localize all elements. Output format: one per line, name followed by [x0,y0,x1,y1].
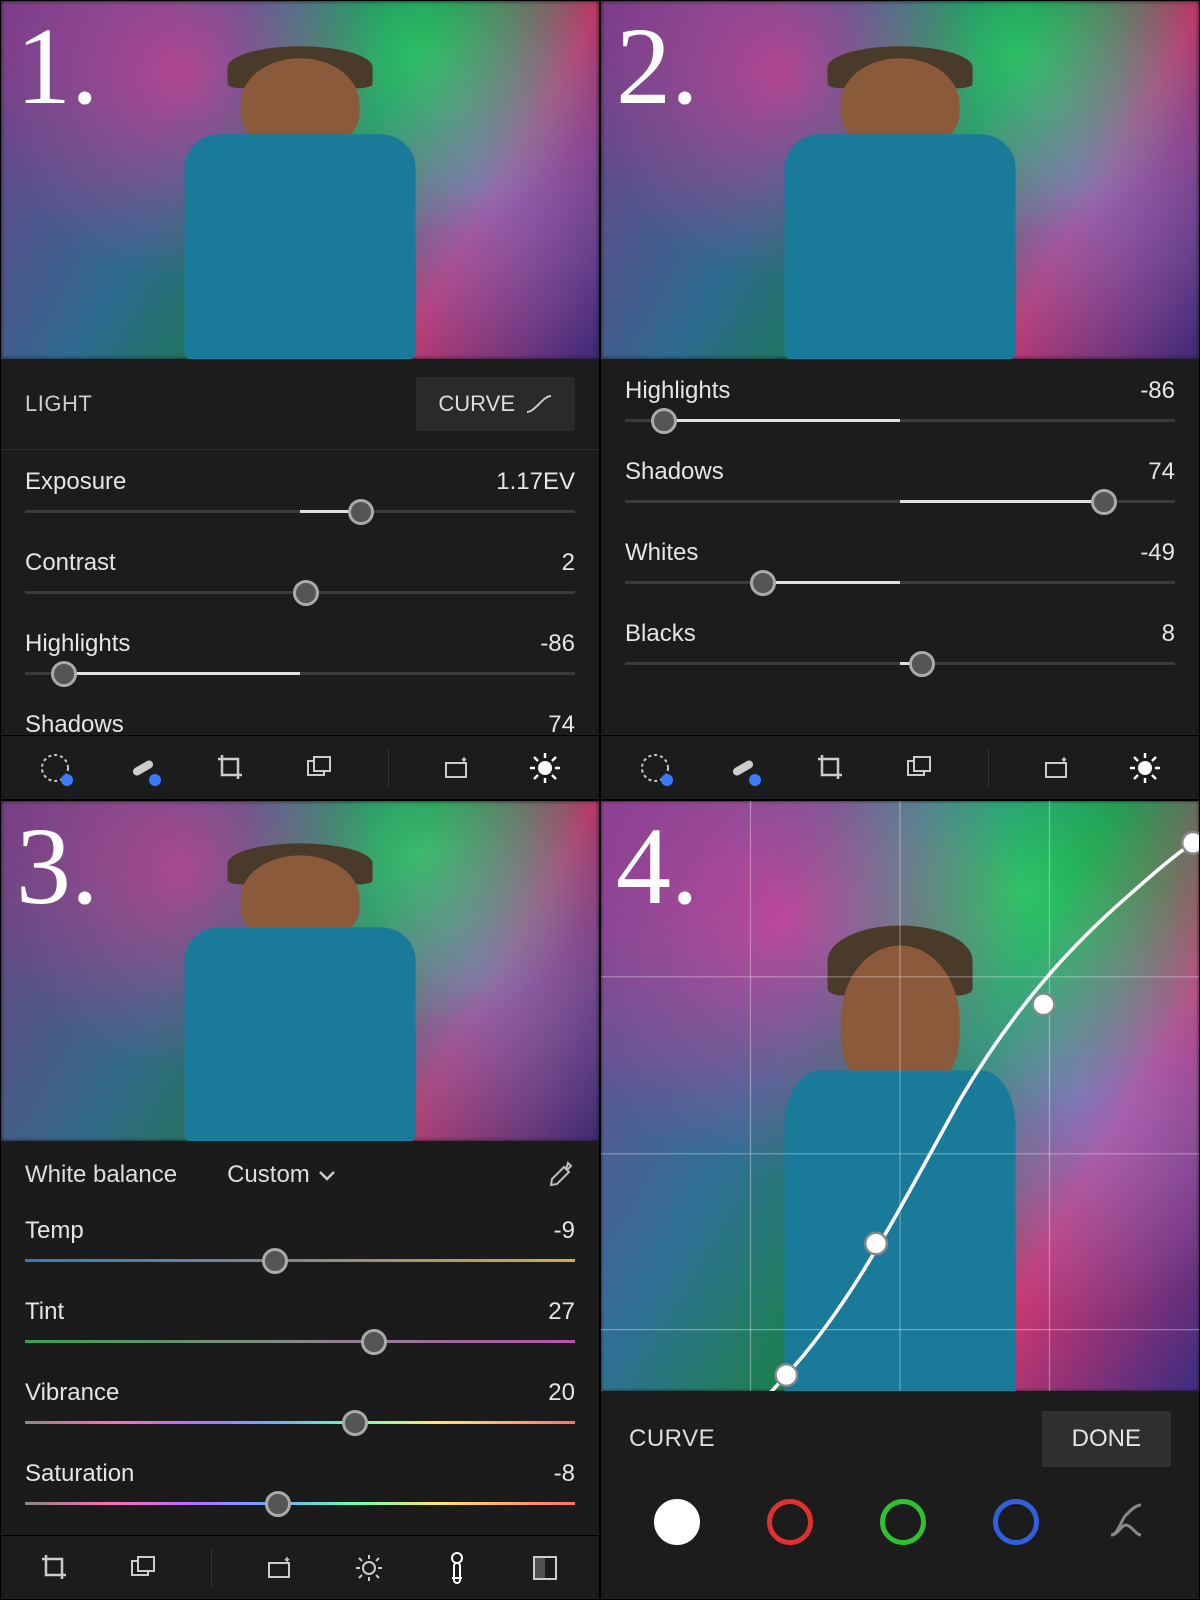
curve-button[interactable]: CURVE [416,377,575,431]
photo-preview[interactable]: 2. [601,1,1199,359]
presets-icon[interactable] [299,748,339,788]
photo-preview[interactable]: 3. [1,801,599,1141]
crop-icon[interactable] [211,748,251,788]
blacks-label: Blacks [625,620,696,648]
parametric-curve-icon[interactable] [1106,1500,1146,1545]
vibrance-value: 20 [548,1379,575,1407]
saturation-value: -8 [554,1460,575,1488]
channel-blue[interactable] [993,1499,1039,1545]
light-icon[interactable] [525,748,565,788]
light-icon[interactable] [1125,748,1165,788]
step-number: 4. [616,811,699,921]
saturation-slider[interactable]: Saturation -8 [1,1442,599,1505]
temp-label: Temp [25,1217,84,1245]
blacks-slider[interactable]: Blacks 8 [601,602,1199,665]
effects-icon[interactable] [525,1548,565,1588]
selective-edit-icon[interactable] [35,748,75,788]
whites-label: Whites [625,539,698,567]
crop-icon[interactable] [35,1548,75,1588]
vibrance-label: Vibrance [25,1379,119,1407]
shadows-value: 74 [1148,458,1175,486]
exposure-value: 1.17EV [496,468,575,496]
blacks-value: 8 [1162,620,1175,648]
contrast-slider[interactable]: Contrast 2 [1,531,599,594]
shadows-value: 74 [548,711,575,735]
channel-red[interactable] [767,1499,813,1545]
selective-edit-icon[interactable] [635,748,675,788]
curve-title: CURVE [629,1425,715,1453]
light-title: LIGHT [25,391,92,417]
step-number: 3. [16,811,99,921]
highlights-value: -86 [540,630,575,658]
eyedropper-icon[interactable] [543,1159,575,1191]
tint-slider[interactable]: Tint 27 [1,1280,599,1343]
panel-3: 3. White balance Custom Temp -9 [0,800,600,1600]
step-number: 2. [616,11,699,121]
highlights-value: -86 [1140,377,1175,405]
curve-icon [525,394,553,414]
chevron-down-icon [318,1161,336,1189]
whites-slider[interactable]: Whites -49 [601,521,1199,584]
temp-slider[interactable]: Temp -9 [1,1199,599,1262]
panel-4: 4. CURVE DONE [600,800,1200,1600]
panel-1: 1. LIGHT CURVE Exposure 1.17EV Co [0,0,600,800]
step-number: 1. [16,11,99,121]
light-section-header: LIGHT CURVE [1,359,599,450]
photo-preview[interactable]: 1. [1,1,599,359]
panel-2: 2. Highlights -86 Shadows 74 [600,0,1200,800]
color-icon[interactable] [437,1548,477,1588]
exposure-label: Exposure [25,468,126,496]
photo-preview-curve[interactable]: 4. [601,801,1199,1391]
crop-icon[interactable] [811,748,851,788]
white-balance-label: White balance [25,1161,177,1189]
shadows-label: Shadows [625,458,724,486]
auto-icon[interactable] [260,1548,300,1588]
presets-icon[interactable] [123,1548,163,1588]
saturation-label: Saturation [25,1460,134,1488]
edit-toolbar [1,1535,599,1599]
exposure-slider[interactable]: Exposure 1.17EV [1,450,599,513]
curve-footer-header: CURVE DONE [601,1391,1199,1487]
auto-icon[interactable] [1037,748,1077,788]
channel-luminance[interactable] [654,1499,700,1545]
curve-channel-row [601,1487,1199,1563]
done-button[interactable]: DONE [1042,1411,1171,1467]
whites-value: -49 [1140,539,1175,567]
tint-label: Tint [25,1298,64,1326]
auto-icon[interactable] [437,748,477,788]
temp-value: -9 [554,1217,575,1245]
white-balance-select[interactable]: Custom [227,1161,336,1189]
white-balance-row: White balance Custom [1,1141,599,1199]
contrast-label: Contrast [25,549,116,577]
shadows-slider-partial[interactable]: Shadows 74 [1,693,599,735]
channel-green[interactable] [880,1499,926,1545]
shadows-label: Shadows [25,711,124,735]
highlights-slider[interactable]: Highlights -86 [1,612,599,675]
edit-toolbar [1,735,599,799]
healing-icon[interactable] [723,748,763,788]
vibrance-slider[interactable]: Vibrance 20 [1,1361,599,1424]
edit-toolbar [601,735,1199,799]
highlights-label: Highlights [625,377,730,405]
highlights-label: Highlights [25,630,130,658]
healing-icon[interactable] [123,748,163,788]
light-icon[interactable] [349,1548,389,1588]
tint-value: 27 [548,1298,575,1326]
presets-icon[interactable] [899,748,939,788]
shadows-slider[interactable]: Shadows 74 [601,440,1199,503]
highlights-slider[interactable]: Highlights -86 [601,359,1199,422]
contrast-value: 2 [562,549,575,577]
